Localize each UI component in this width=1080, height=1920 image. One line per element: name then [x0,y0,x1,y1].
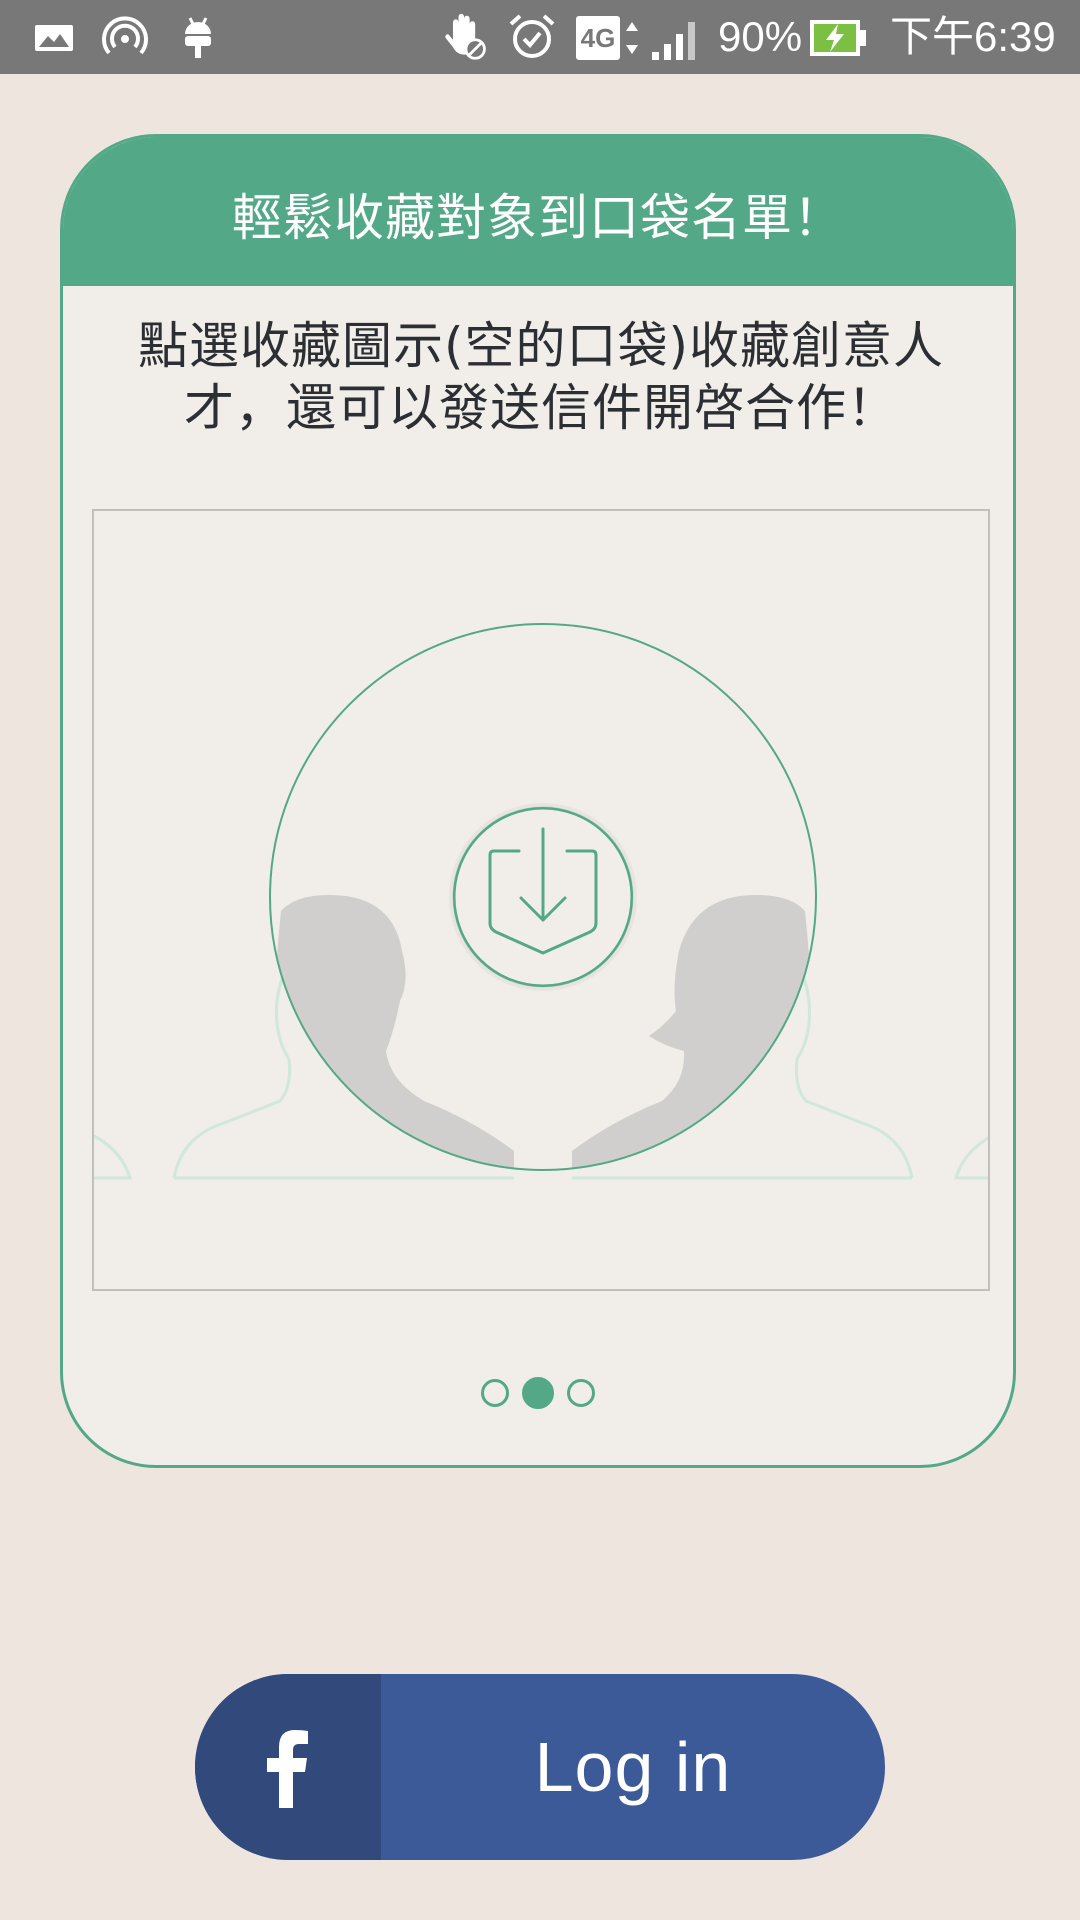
gallery-icon [35,25,73,51]
login-label: Log in [534,1728,732,1806]
signal-icon [652,22,695,60]
data-arrows-icon [626,22,638,54]
network-4g-icon: 4G [576,16,620,60]
page-dot-1[interactable] [481,1379,509,1407]
do-not-disturb-hand-icon [445,13,486,60]
page-dot-3[interactable] [567,1379,595,1407]
facebook-icon-section [195,1674,381,1860]
card-title: 輕鬆收藏對象到口袋名單！ [232,188,844,247]
page-dot-2-active[interactable] [522,1377,554,1409]
hotspot-icon [102,16,148,55]
clock: 下午6:39 [890,13,1056,60]
facebook-icon [267,1730,308,1808]
battery-charging-icon [810,20,866,56]
android-debug-icon [185,17,211,58]
status-bar: 4G 90% 下午6:39 [0,0,1080,74]
onboarding-card: 輕鬆收藏對象到口袋名單！ 點選收藏圖示(空的口袋)收藏創意人才，還可以發送信件開… [60,134,1016,1468]
facebook-login-button[interactable]: Log in [195,1674,885,1860]
alarm-icon [509,14,555,58]
page-indicator [63,1377,1013,1409]
card-description: 點選收藏圖示(空的口袋)收藏創意人才，還可以發送信件開啓合作！ [137,317,944,437]
illustration [92,509,990,1291]
pocket-illustration [94,623,988,1180]
card-header: 輕鬆收藏對象到口袋名單！ [63,137,1013,286]
battery-percentage: 90% [718,13,803,60]
